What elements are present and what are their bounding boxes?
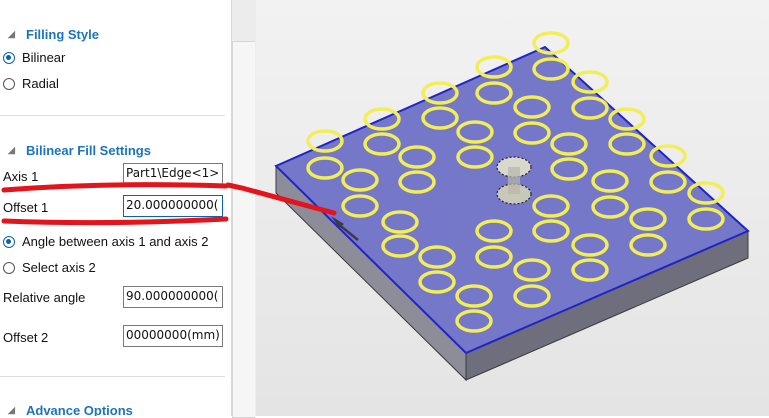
3d-scene: [1, 31, 750, 382]
selected-hole-shaft: [508, 167, 520, 194]
annotation-underline: [1, 182, 229, 193]
annotation-underline: [1, 216, 229, 226]
hole-ring[interactable]: [532, 31, 570, 55]
